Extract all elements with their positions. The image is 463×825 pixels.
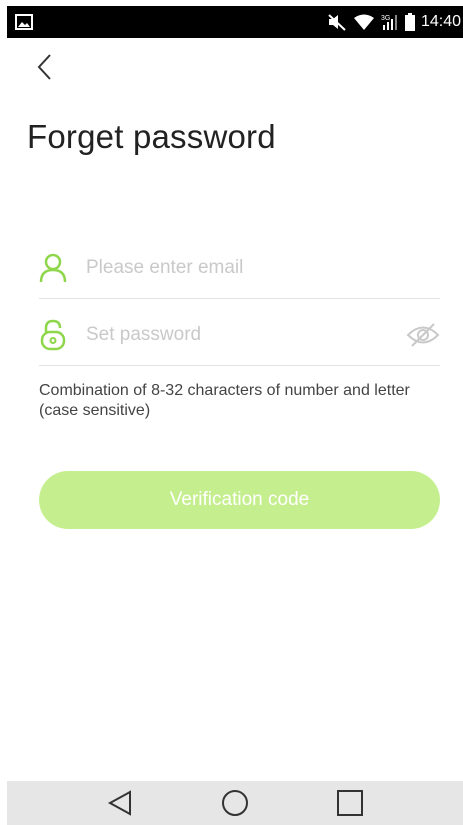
page-title: Forget password (27, 118, 276, 155)
verification-code-button[interactable]: Verification code (39, 471, 440, 529)
navigation-bar (7, 781, 463, 825)
user-icon (35, 250, 71, 286)
nav-recents-button[interactable] (332, 785, 368, 821)
password-input[interactable] (84, 316, 406, 354)
recents-square-icon (336, 790, 363, 816)
status-time: 14:40 (420, 13, 461, 30)
nav-home-button[interactable] (217, 785, 253, 821)
password-visibility-toggle[interactable] (406, 318, 440, 352)
status-bar: 3G 14:40 (7, 6, 463, 38)
chevron-left-icon (37, 54, 51, 80)
mute-icon (327, 13, 347, 31)
battery-icon (404, 13, 415, 31)
back-triangle-icon (108, 790, 132, 816)
image-icon (15, 14, 33, 30)
email-field (39, 238, 440, 299)
password-hint: Combination of 8-32 characters of number… (39, 382, 410, 419)
status-left (15, 14, 33, 30)
wifi-icon (353, 14, 375, 30)
home-circle-icon (221, 790, 248, 816)
lock-icon (35, 317, 71, 353)
password-field (39, 305, 440, 366)
signal-3g-icon: 3G (381, 13, 399, 31)
status-right: 3G 14:40 (327, 13, 461, 31)
email-input[interactable] (84, 249, 440, 287)
svg-text:3G: 3G (381, 15, 390, 22)
nav-back-button[interactable] (102, 785, 138, 821)
eye-off-icon (406, 323, 440, 347)
back-button[interactable] (27, 50, 61, 84)
